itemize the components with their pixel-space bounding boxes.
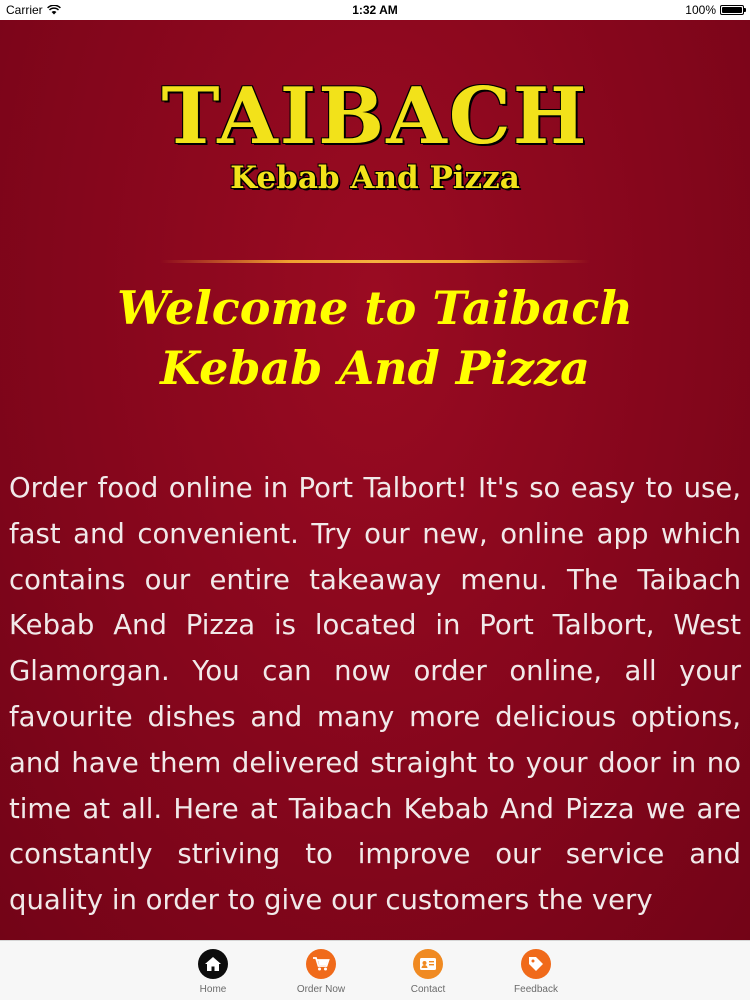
home-icon — [198, 949, 228, 979]
cart-icon — [306, 949, 336, 979]
divider — [160, 260, 590, 263]
status-bar: Carrier 1:32 AM 100% — [0, 0, 750, 20]
tab-order-now[interactable]: Order Now — [271, 941, 371, 1001]
tab-contact-label: Contact — [410, 984, 446, 995]
battery-icon — [720, 5, 746, 15]
feedback-tag-icon — [521, 949, 551, 979]
tab-feedback[interactable]: Feedback — [486, 941, 586, 1001]
contact-card-icon — [413, 949, 443, 979]
battery-indicator: 100% — [685, 3, 746, 17]
bottom-tab-bar: Home Order Now Contact Feedback — [0, 940, 750, 1000]
battery-percent: 100% — [685, 3, 716, 17]
logo-title: TAIBACH — [161, 71, 589, 162]
page-content[interactable]: TAIBACH Kebab And Pizza Welcome to Taiba… — [0, 20, 750, 940]
tab-home[interactable]: Home — [163, 941, 263, 1001]
tab-feedback-label: Feedback — [514, 984, 558, 995]
restaurant-logo: TAIBACH Kebab And Pizza — [0, 71, 750, 197]
logo-subtitle: Kebab And Pizza — [230, 160, 520, 196]
tab-home-label: Home — [199, 984, 227, 995]
tab-contact[interactable]: Contact — [378, 941, 478, 1001]
welcome-heading: Welcome to Taibach Kebab And Pizza — [117, 281, 633, 395]
clock: 1:32 AM — [352, 3, 398, 17]
intro-paragraph: Order food online in Port Talbort! It's … — [9, 472, 741, 917]
tab-order-now-label: Order Now — [296, 984, 346, 995]
